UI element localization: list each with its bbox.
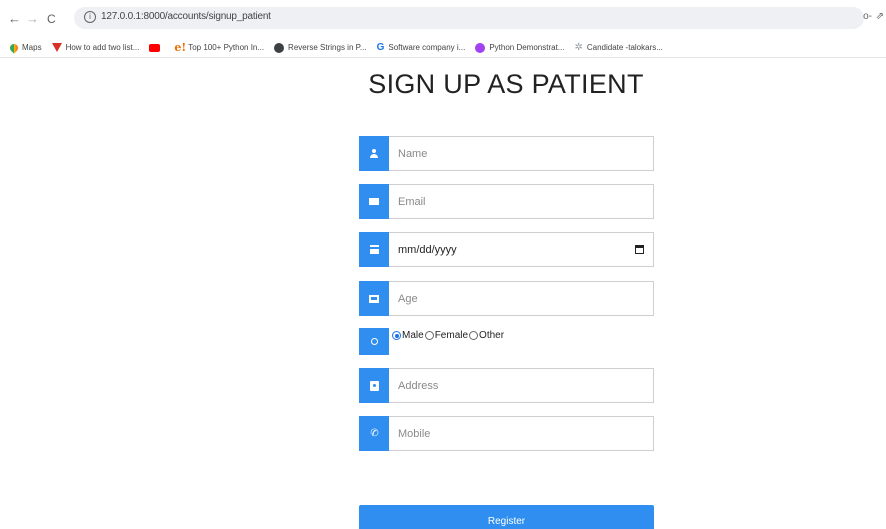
name-input-wrapper[interactable] (389, 136, 654, 171)
page-title: SIGN UP AS PATIENT (368, 69, 644, 99)
bookmark-python-interview[interactable]: e! Top 100+ Python In... (174, 41, 264, 54)
dob-value: mm/dd/yyyy (398, 243, 457, 256)
site-info-icon[interactable]: i (84, 11, 96, 23)
bookmark-reverse-strings[interactable]: Reverse Strings in P... (274, 42, 367, 53)
email-input[interactable] (398, 185, 653, 218)
register-button[interactable]: Register (359, 505, 654, 529)
age-field (359, 281, 654, 316)
url-field[interactable]: i 127.0.0.1:8000/accounts/signup_patient (74, 7, 864, 29)
email-field (359, 184, 654, 219)
bookmark-label: Reverse Strings in P... (288, 43, 367, 52)
e-icon: e! (174, 41, 187, 54)
mobile-input[interactable] (398, 417, 653, 450)
reverse-strings-icon (274, 42, 285, 53)
bookmark-label: Maps (22, 43, 42, 52)
python-icon (475, 42, 486, 53)
bookmark-python-demonstration[interactable]: Python Demonstrat... (475, 42, 565, 53)
female-radio[interactable] (424, 331, 434, 340)
software-company-icon: G (376, 42, 385, 53)
v-icon (51, 43, 62, 52)
address-input[interactable] (398, 369, 653, 402)
mobile-field: ✆ (359, 416, 654, 451)
email-input-wrapper[interactable] (389, 184, 654, 219)
bookmark-label: Python Demonstrat... (489, 43, 565, 52)
date-picker-icon[interactable] (635, 245, 644, 254)
bookmark-label: How to add two list... (65, 43, 140, 52)
address-input-wrapper[interactable] (389, 368, 654, 403)
reload-icon[interactable]: C (47, 12, 56, 26)
dob-input[interactable]: mm/dd/yyyy (389, 232, 654, 267)
other-label: Other (479, 330, 505, 341)
bookmark-youtube[interactable] (149, 43, 164, 52)
dob-field: mm/dd/yyyy (359, 232, 654, 267)
age-icon (359, 281, 389, 316)
candidate-icon: ✲ (574, 42, 583, 53)
share-icon[interactable]: ⇗ (876, 11, 884, 22)
forward-arrow-icon[interactable]: → (26, 12, 39, 26)
gender-icon (359, 328, 389, 355)
bookmark-add-two-list[interactable]: How to add two list... (51, 43, 140, 52)
envelope-icon (359, 184, 389, 219)
male-radio[interactable] (392, 331, 401, 340)
female-label: Female (434, 330, 469, 341)
maps-icon (8, 41, 20, 54)
name-input[interactable] (398, 137, 653, 170)
male-label: Male (402, 330, 424, 341)
bookmark-maps[interactable]: Maps (8, 41, 42, 54)
mobile-input-wrapper[interactable] (389, 416, 654, 451)
bookmark-label: Software company i... (388, 43, 466, 52)
name-field (359, 136, 654, 171)
url-text: 127.0.0.1:8000/accounts/signup_patient (101, 11, 271, 22)
gender-field: Male Female Other (359, 328, 505, 355)
address-field (359, 368, 654, 403)
user-icon (359, 136, 389, 171)
calendar-icon (359, 232, 389, 267)
age-input[interactable] (398, 282, 653, 315)
key-icon[interactable]: o- (863, 11, 872, 22)
bookmark-candidate[interactable]: ✲ Candidate -talokars... (574, 42, 662, 53)
bookmarks-bar: Maps How to add two list... e! Top 100+ … (0, 38, 886, 58)
browser-address-bar: ← → C i 127.0.0.1:8000/accounts/signup_p… (0, 0, 886, 38)
bookmark-software-company[interactable]: G Software company i... (377, 42, 466, 53)
bookmark-label: Candidate -talokars... (586, 43, 663, 52)
youtube-icon (149, 43, 161, 52)
phone-icon: ✆ (359, 416, 389, 451)
other-radio[interactable] (469, 331, 479, 340)
back-arrow-icon[interactable]: ← (8, 12, 21, 26)
bookmark-label: Top 100+ Python In... (188, 43, 265, 52)
age-input-wrapper[interactable] (389, 281, 654, 316)
address-card-icon (359, 368, 389, 403)
gender-radio-group: Male Female Other (389, 328, 505, 341)
